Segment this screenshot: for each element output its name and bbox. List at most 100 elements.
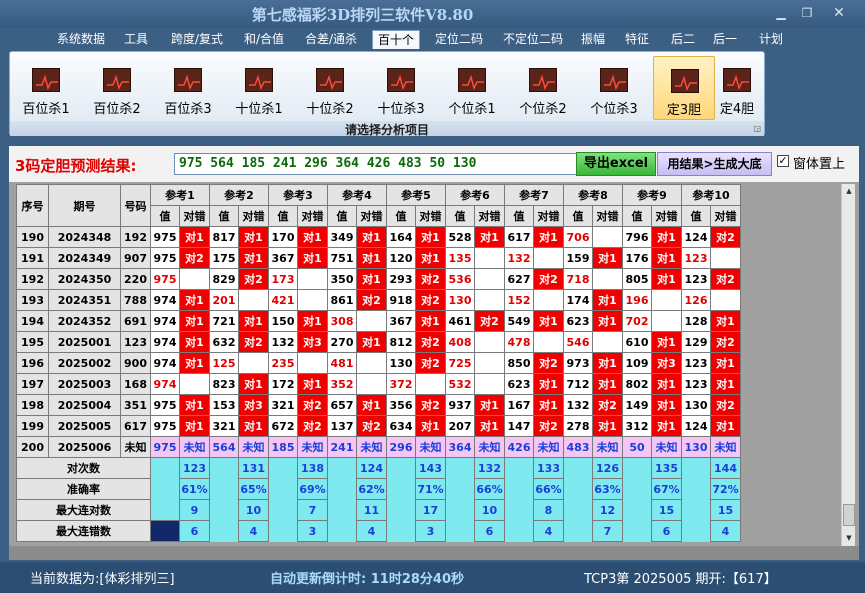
subheader-value: 值 [504,205,534,227]
ribbon-button-10[interactable]: 定4胆 [712,56,762,120]
ribbon-button-0[interactable]: 百位杀1 [15,56,77,120]
menu-item-12[interactable]: 计划 [754,30,788,49]
maximize-icon[interactable]: ❐ [796,5,818,21]
scroll-up-icon[interactable]: ▲ [843,185,855,197]
table-row[interactable]: 196 2025002 900 974 对1 125 235 481 130 对2 725 850 对2… [16,352,741,374]
menu-item-5[interactable]: 百十个 [372,30,420,49]
row-period: 2024350 [48,268,121,290]
stats-value: 143 [415,457,446,479]
vertical-scrollbar[interactable]: ▲ ▼ [841,184,855,546]
ribbon-button-8[interactable]: 个位杀3 [583,56,645,120]
header-ref: 参考7 [504,184,564,206]
header-code: 号码 [120,184,151,227]
cell-match: 对2 [533,268,564,290]
table-row[interactable]: 193 2024351 788 974 对1 201 421 861 对2 918 对2 130 152… [16,289,741,311]
table-row[interactable]: 198 2025004 351 975 对1 153 对3 321 对2 657 对1 356 对2 93… [16,394,741,416]
header-ref: 参考9 [622,184,682,206]
ribbon-button-9[interactable]: 定3胆 [653,56,715,120]
cell-match: 对1 [533,394,564,416]
stats-pad [504,478,534,500]
ribbon-button-5[interactable]: 十位杀3 [370,56,432,120]
stats-value: 144 [710,457,741,479]
ribbon-expand-icon[interactable]: ◲ [753,124,761,133]
row-seq: 191 [16,247,49,269]
cell-match: 对1 [356,226,387,248]
stats-value: 66% [533,478,564,500]
chart-icon [671,69,699,93]
cell-match: 对1 [651,247,682,269]
menu-item-4[interactable]: 合差/通杀 [299,30,363,49]
chart-icon [387,68,415,92]
cell-match: 对1 [533,226,564,248]
row-code: 未知 [120,436,151,458]
menu-item-3[interactable]: 和/合值 [239,30,289,49]
cell-value: 829 [209,268,239,290]
row-seq: 199 [16,415,49,437]
ribbon-button-2[interactable]: 百位杀3 [157,56,219,120]
row-period: 2025004 [48,394,121,416]
status-bar: 当前数据为:[体彩排列三] 自动更新倒计时: 11时28分40秒 TCP3第 2… [0,562,865,593]
stats-pad [445,520,475,542]
cell-match: 对2 [179,247,210,269]
ribbon-button-6[interactable]: 个位杀1 [441,56,503,120]
table-row[interactable]: 199 2025005 617 975 对1 321 对1 672 对2 137 对2 634 对1 20… [16,415,741,437]
cell-match: 对1 [474,226,505,248]
menu-item-8[interactable]: 振幅 [576,30,610,49]
cell-value: 408 [445,331,475,353]
cell-value: 918 [386,289,416,311]
menu-item-9[interactable]: 特征 [620,30,654,49]
stats-label: 最大连错数 [16,520,151,542]
stats-pad [622,499,652,521]
stats-value: 15 [651,499,682,521]
cell-value: 478 [504,331,534,353]
menu-item-2[interactable]: 跨度/复式 [163,30,231,49]
cell-value: 349 [327,226,357,248]
cell-value: 973 [563,352,593,374]
table-row[interactable]: 192 2024350 220 975 829 对2 173 350 对1 293 对2 536 627… [16,268,741,290]
ribbon-button-7[interactable]: 个位杀2 [512,56,574,120]
scroll-down-icon[interactable]: ▼ [843,532,855,544]
pending-unknown: 未知 [179,436,210,458]
cell-value: 123 [681,247,711,269]
menu-item-6[interactable]: 定位二码 [428,30,490,49]
subheader-value: 值 [209,205,239,227]
menu-item-10[interactable]: 后二 [666,30,700,49]
cell-value: 135 [445,247,475,269]
generate-base-button[interactable]: 用结果>生成大底 [657,152,772,176]
ribbon-button-4[interactable]: 十位杀2 [299,56,361,120]
menu-item-0[interactable]: 系统数据 [50,30,112,49]
stats-value: 65% [238,478,269,500]
cell-match [179,268,210,290]
ribbon-button-label: 个位杀2 [519,102,567,117]
cell-value: 623 [504,373,534,395]
chart-icon [316,68,344,92]
menu-item-1[interactable]: 工具 [119,30,153,49]
cell-value: 293 [386,268,416,290]
cell-match [297,352,328,374]
menu-item-11[interactable]: 后一 [708,30,742,49]
ribbon-button-1[interactable]: 百位杀2 [86,56,148,120]
row-seq: 194 [16,310,49,332]
scroll-thumb[interactable] [843,504,855,526]
result-field[interactable]: 975 564 185 241 296 364 426 483 50 130 [174,153,584,175]
export-excel-button[interactable]: 导出excel [576,152,656,176]
table-row[interactable]: 190 2024348 192 975 对1 817 对1 170 对1 349 对1 164 对1 52… [16,226,741,248]
cell-value: 159 [563,247,593,269]
cell-match [651,289,682,311]
table-row[interactable]: 195 2025001 123 974 对1 632 对2 132 对3 270 对1 812 对2 40… [16,331,741,353]
window-on-top-checkbox[interactable]: ✓ [777,155,789,167]
ribbon-button-3[interactable]: 十位杀1 [228,56,290,120]
table-row[interactable]: 191 2024349 907 975 对2 175 对1 367 对1 751 对1 120 对1 13… [16,247,741,269]
table-row[interactable]: 197 2025003 168 974 823 对1 172 对1 352 372 532 623 对1… [16,373,741,395]
table-row[interactable]: 194 2024352 691 974 对1 721 对1 150 对1 308 367 对1 461 对… [16,310,741,332]
cell-match: 对3 [651,352,682,374]
pending-row[interactable]: 200 2025006 未知 975 未知 564 未知 185 未知 241 未知 296 未知 364… [16,436,741,458]
minimize-icon[interactable]: ▁ [770,5,792,21]
close-icon[interactable]: ✕ [828,5,850,21]
subheader-match: 对错 [356,205,387,227]
row-code: 351 [120,394,151,416]
cell-value: 235 [268,352,298,374]
stats-value: 6 [651,520,682,542]
menu-item-7[interactable]: 不定位二码 [496,30,570,49]
ribbon-button-label: 十位杀1 [235,102,283,117]
